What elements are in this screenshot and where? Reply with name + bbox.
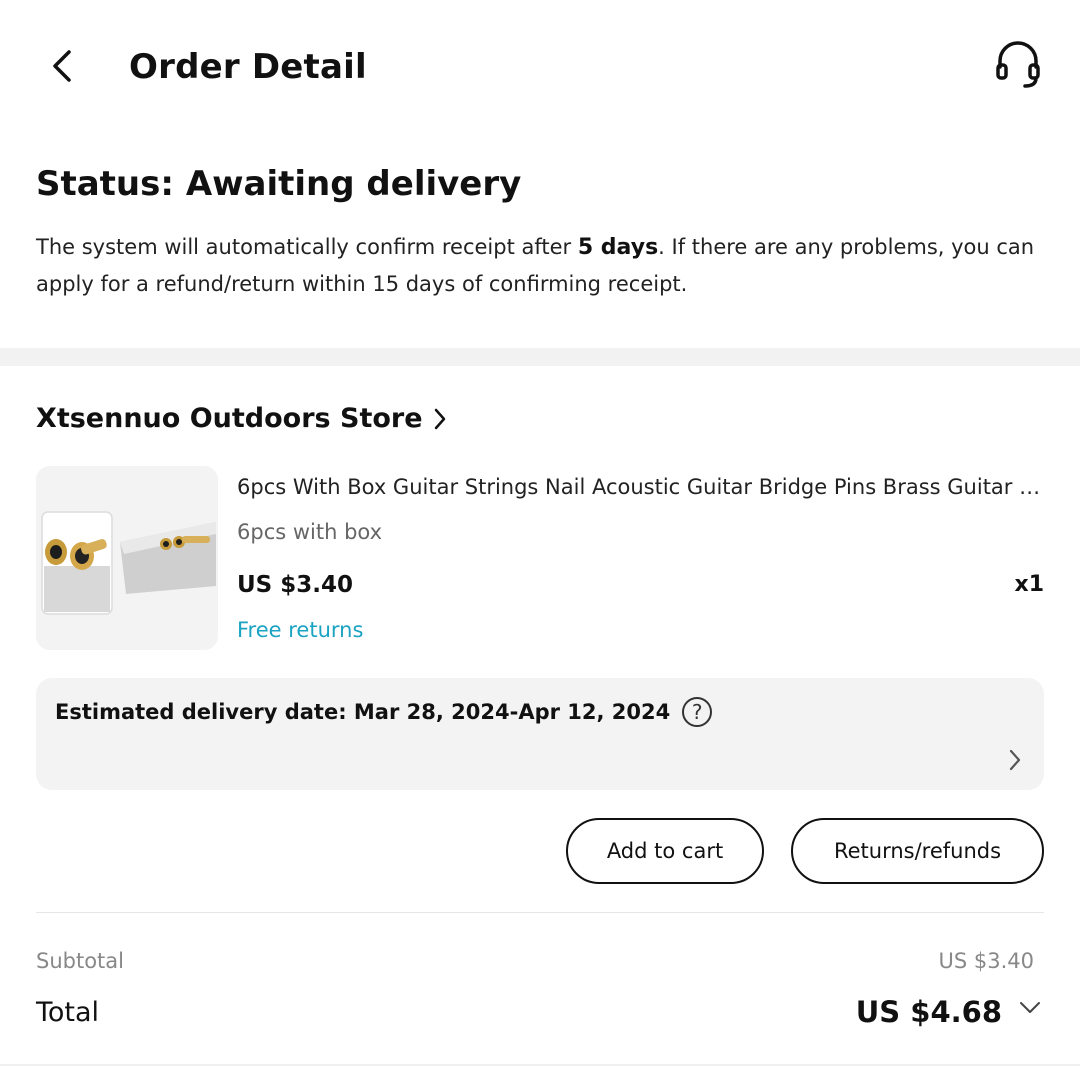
- status-desc-days: 5 days: [577, 235, 659, 260]
- status-desc-prefix: The system will automatically confirm re…: [36, 235, 578, 259]
- help-glyph: ?: [691, 700, 703, 724]
- order-status-description: The system will automatically confirm re…: [36, 229, 1046, 302]
- subtotal-label: Subtotal: [36, 949, 124, 973]
- app-header: Order Detail: [0, 0, 1080, 135]
- product-variant: 6pcs with box: [237, 520, 383, 544]
- store-link[interactable]: Xtsennuo Outdoors Store: [36, 398, 447, 440]
- add-to-cart-button[interactable]: Add to cart: [566, 818, 764, 884]
- subtotal-value: US $3.40: [938, 949, 1035, 973]
- product-thumbnail-art: [36, 466, 218, 650]
- product-quantity: x1: [1014, 572, 1045, 597]
- section-divider: [0, 348, 1080, 366]
- product-price: US $3.40: [237, 572, 353, 598]
- chevron-down-icon[interactable]: [1018, 1000, 1042, 1020]
- returns-refunds-button[interactable]: Returns/refunds: [791, 818, 1044, 884]
- estimated-delivery-card[interactable]: Estimated delivery date: Mar 28, 2024-Ap…: [36, 678, 1044, 790]
- total-value: US $4.68: [855, 995, 1002, 1029]
- headset-icon: [996, 41, 1040, 88]
- estimated-delivery-row: Estimated delivery date: Mar 28, 2024-Ap…: [55, 694, 713, 730]
- back-button[interactable]: [40, 42, 84, 90]
- product-image[interactable]: [36, 466, 218, 650]
- order-status-title: Status: Awaiting delivery: [36, 164, 522, 204]
- estimated-delivery-text: Estimated delivery date: Mar 28, 2024-Ap…: [55, 700, 671, 724]
- total-label: Total: [36, 997, 100, 1028]
- chevron-right-icon: [1008, 748, 1022, 776]
- product-title[interactable]: 6pcs With Box Guitar Strings Nail Acoust…: [237, 470, 1047, 504]
- chevron-left-icon: [53, 50, 71, 82]
- customer-support-button[interactable]: [990, 36, 1046, 94]
- chevron-right-icon: [433, 407, 447, 431]
- help-icon[interactable]: ?: [682, 697, 713, 727]
- divider: [36, 912, 1044, 913]
- free-returns-link[interactable]: Free returns: [237, 613, 363, 647]
- page-title: Order Detail: [129, 47, 367, 87]
- store-name: Xtsennuo Outdoors Store: [36, 403, 423, 434]
